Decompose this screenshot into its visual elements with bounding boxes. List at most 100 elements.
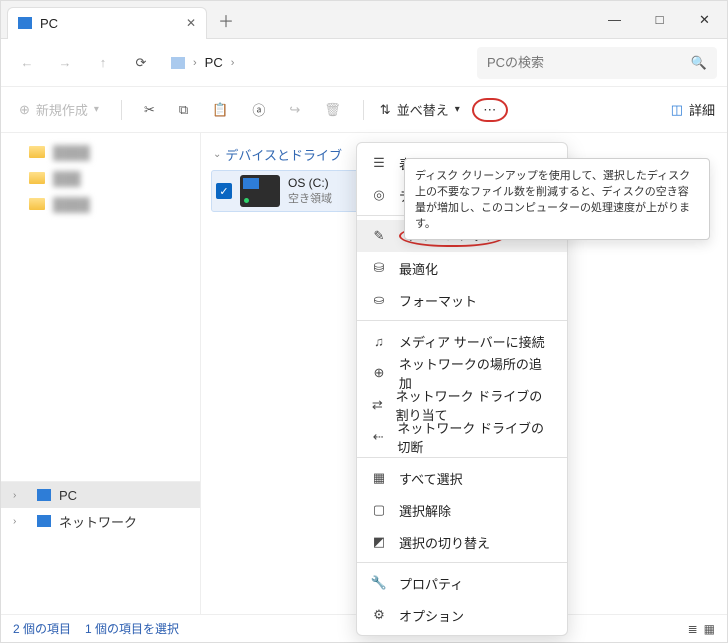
rename-button[interactable]: ⓐ — [246, 94, 271, 126]
breadcrumb[interactable]: › PC › — [163, 55, 383, 70]
sidebar-folder[interactable]: ████ — [1, 191, 200, 217]
media-server-icon: ♫ — [371, 333, 387, 349]
close-tab-icon[interactable]: ✕ — [186, 16, 196, 30]
view-icon: ☰ — [371, 155, 387, 171]
paste-icon: 📋 — [212, 102, 228, 118]
sidebar-item-pc[interactable]: › PC — [1, 482, 200, 508]
new-button[interactable]: ⊕ 新規作成 ▾ — [13, 94, 105, 126]
copy-button[interactable]: ⧉ — [173, 94, 194, 126]
divider — [121, 100, 122, 120]
invert-selection-icon: ◩ — [371, 534, 387, 550]
chevron-right-icon: › — [231, 57, 235, 69]
maximize-button[interactable]: □ — [637, 5, 682, 35]
drive-name: OS (C:) — [288, 176, 332, 190]
ctx-optimize[interactable]: ⛁最適化 — [357, 252, 567, 284]
back-button[interactable]: ← — [11, 47, 43, 79]
search-input[interactable] — [487, 55, 683, 70]
sidebar-pc-label: PC — [59, 488, 77, 503]
disc-icon: ◎ — [371, 187, 387, 203]
format-icon: ⛀ — [371, 292, 387, 308]
ctx-disconnect-net-drive[interactable]: ⇠ネットワーク ドライブの切断 — [357, 421, 567, 453]
view-details-icon[interactable]: ≣ — [688, 622, 698, 636]
checkbox-checked-icon[interactable]: ✓ — [216, 183, 232, 199]
toolbar: ⊕ 新規作成 ▾ ✂ ⧉ 📋 ⓐ ↪ 🗑 ⇅ 並べ替え ▾ ⋯ ◫ 詳細 — [1, 87, 727, 133]
share-button[interactable]: ↪ — [283, 94, 306, 126]
forward-button[interactable]: → — [49, 47, 81, 79]
new-tab-button[interactable]: ＋ — [211, 8, 241, 32]
titlebar: PC ✕ ＋ ― □ ✕ — [1, 1, 727, 39]
sidebar-item-network[interactable]: › ネットワーク — [1, 508, 200, 534]
cleanup-icon: ✎ — [371, 228, 387, 244]
refresh-button[interactable]: ⟳ — [125, 47, 157, 79]
cut-button[interactable]: ✂ — [138, 94, 161, 126]
close-button[interactable]: ✕ — [682, 5, 727, 35]
ctx-format[interactable]: ⛀フォーマット — [357, 284, 567, 316]
sidebar-network-label: ネットワーク — [59, 512, 137, 531]
minimize-button[interactable]: ― — [592, 5, 637, 35]
share-icon: ↪ — [289, 102, 300, 118]
folder-icon — [29, 146, 45, 158]
section-label: デバイスとドライブ — [225, 145, 342, 164]
view-large-icon[interactable]: ▦ — [704, 622, 715, 636]
copy-icon: ⧉ — [179, 102, 188, 118]
delete-icon: 🗑 — [324, 102, 341, 118]
chevron-right-icon[interactable]: › — [13, 490, 25, 501]
options-icon: ⚙ — [371, 607, 387, 623]
tab-pc[interactable]: PC ✕ — [7, 7, 207, 39]
select-none-icon: ▢ — [371, 502, 387, 518]
ctx-select-none[interactable]: ▢選択解除 — [357, 494, 567, 526]
separator — [357, 457, 567, 458]
delete-button[interactable]: 🗑 — [318, 94, 347, 126]
nav-row: ← → ↑ ⟳ › PC › 🔍 — [1, 39, 727, 87]
status-item-count: 2 個の項目 — [13, 620, 71, 637]
network-icon — [37, 515, 51, 527]
crumb-pc[interactable]: PC — [205, 55, 223, 70]
ctx-select-all[interactable]: ▦すべて選択 — [357, 462, 567, 494]
plus-circle-icon: ⊕ — [19, 102, 30, 118]
search-icon: 🔍 — [691, 55, 707, 71]
ctx-media-server[interactable]: ♫メディア サーバーに接続 — [357, 325, 567, 357]
tooltip-cleanup: ディスク クリーンアップを使用して、選択したディスク上の不要なファイル数を削減す… — [404, 158, 710, 240]
pc-icon — [18, 17, 32, 29]
select-all-icon: ▦ — [371, 470, 387, 486]
separator — [357, 320, 567, 321]
separator — [357, 562, 567, 563]
folder-icon — [29, 198, 45, 210]
divider — [363, 100, 364, 120]
chevron-down-icon: ⌄ — [213, 149, 221, 160]
chevron-right-icon[interactable]: › — [13, 516, 25, 527]
rename-icon: ⓐ — [252, 100, 265, 119]
up-button[interactable]: ↑ — [87, 47, 119, 79]
search-box[interactable]: 🔍 — [477, 47, 717, 79]
ctx-options[interactable]: ⚙オプション — [357, 599, 567, 631]
new-label: 新規作成 — [36, 100, 88, 119]
sort-icon: ⇅ — [380, 102, 391, 118]
disconnect-drive-icon: ⇠ — [371, 429, 385, 445]
explorer-window: PC ✕ ＋ ― □ ✕ ← → ↑ ⟳ › PC › 🔍 ⊕ 新規作成 ▾ — [0, 0, 728, 643]
details-label[interactable]: 詳細 — [689, 100, 715, 119]
status-selected-count: 1 個の項目を選択 — [85, 620, 179, 637]
net-location-icon: ⊕ — [371, 365, 387, 381]
pc-icon — [37, 489, 51, 501]
ctx-invert-selection[interactable]: ◩選択の切り替え — [357, 526, 567, 558]
drive-icon — [240, 175, 280, 207]
optimize-icon: ⛁ — [371, 260, 387, 276]
pc-icon — [171, 57, 185, 69]
sort-label: 並べ替え — [397, 100, 449, 119]
sidebar-folder[interactable]: ████ — [1, 139, 200, 165]
ctx-add-net-loc[interactable]: ⊕ネットワークの場所の追加 — [357, 357, 567, 389]
tab-title: PC — [40, 16, 58, 31]
folder-icon — [29, 172, 45, 184]
sort-button[interactable]: ⇅ 並べ替え ▾ — [380, 100, 460, 119]
properties-icon: 🔧 — [371, 575, 387, 591]
more-button[interactable]: ⋯ — [472, 98, 508, 122]
paste-button[interactable]: 📋 — [206, 94, 234, 126]
tooltip-text: ディスク クリーンアップを使用して、選択したディスク上の不要なファイル数を削減す… — [415, 170, 690, 230]
ctx-map-net-drive[interactable]: ⇄ネットワーク ドライブの割り当て — [357, 389, 567, 421]
drive-sub: 空き領域 — [288, 190, 332, 206]
map-drive-icon: ⇄ — [371, 397, 384, 413]
details-pane-icon[interactable]: ◫ — [671, 102, 683, 118]
ctx-properties[interactable]: 🔧プロパティ — [357, 567, 567, 599]
more-icon: ⋯ — [483, 102, 496, 118]
sidebar-folder[interactable]: ███ — [1, 165, 200, 191]
